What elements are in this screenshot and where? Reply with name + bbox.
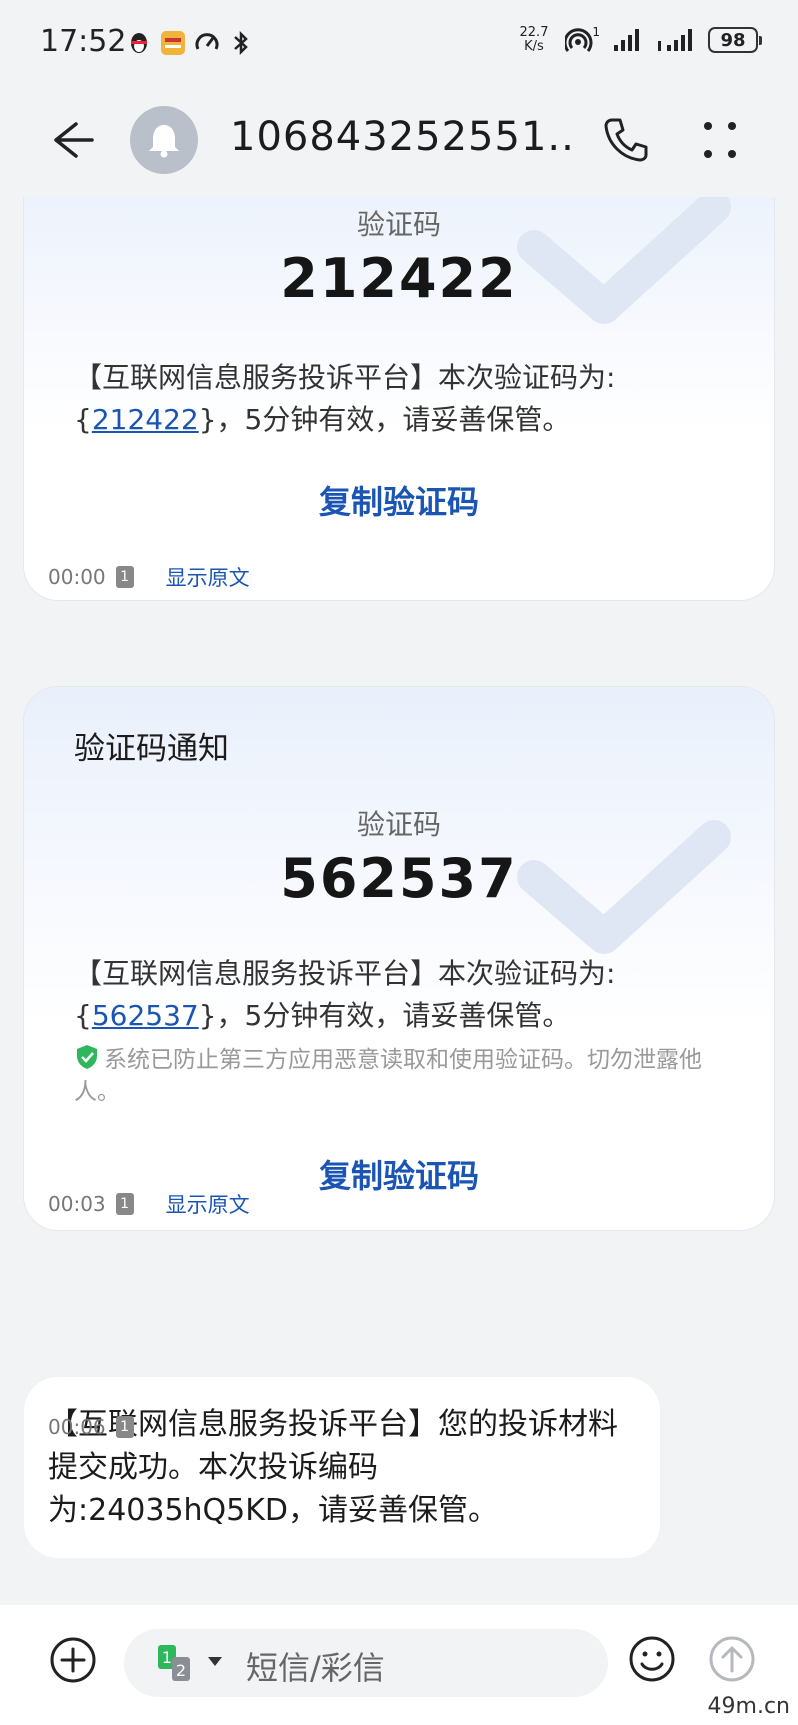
arrow-up-circle-icon xyxy=(709,1636,755,1682)
signal-sim1-icon xyxy=(610,27,646,53)
sim-badge: 1 xyxy=(115,1193,134,1215)
input-placeholder: 短信/彩信 xyxy=(246,1649,385,1687)
svg-text:2: 2 xyxy=(176,1661,186,1680)
message-input[interactable]: 1 2 短信/彩信 xyxy=(124,1629,608,1697)
sim-badge: 1 xyxy=(115,566,134,588)
status-bar: 17:52 22.7 K/s 1 98 xyxy=(0,0,798,92)
message-meta: 00:06 1 xyxy=(48,1415,134,1439)
security-notice: 系统已防止第三方应用恶意读取和使用验证码。切勿泄露他人。 xyxy=(74,1043,734,1108)
message-meta: 00:00 1 显示原文 xyxy=(48,562,250,592)
add-attachment-button[interactable] xyxy=(48,1635,98,1685)
hotspot-count: 1 xyxy=(592,25,600,39)
avatar[interactable] xyxy=(130,106,198,174)
more-dots-icon xyxy=(704,122,736,158)
conversation-header: 106843252551... xyxy=(0,92,798,202)
verification-code-card: 验证码 212422 【互联网信息服务投诉平台】本次验证码为:{212422}，… xyxy=(24,197,774,600)
status-system-icons: 22.7 K/s 1 98 xyxy=(518,25,762,54)
sim-switch-icon: 1 2 xyxy=(158,1645,190,1681)
svg-text:1: 1 xyxy=(162,1648,172,1667)
code-link[interactable]: 212422 xyxy=(92,403,199,436)
status-time: 17:52 xyxy=(40,24,127,59)
phone-icon xyxy=(604,118,648,162)
verification-code[interactable]: 562537 xyxy=(24,847,774,910)
signal-sim2-icon xyxy=(656,27,698,53)
show-original-link[interactable]: 显示原文 xyxy=(166,1189,250,1219)
code-label: 验证码 xyxy=(356,208,441,241)
zhihu-app-icon xyxy=(160,30,186,56)
message-body: 【互联网信息服务投诉平台】本次验证码为:{562537}，5分钟有效，请妥善保管… xyxy=(74,957,616,1032)
message-bubble[interactable]: 【互联网信息服务投诉平台】您的投诉材料提交成功。本次投诉编码为:24035hQ5… xyxy=(24,1377,660,1558)
bell-icon xyxy=(149,125,179,158)
message-list[interactable]: 验证码 212422 【互联网信息服务投诉平台】本次验证码为:{212422}，… xyxy=(0,197,798,1605)
more-options-button[interactable] xyxy=(700,116,740,164)
battery-level: 98 xyxy=(720,29,746,51)
message-time: 00:03 xyxy=(48,1192,106,1216)
verification-code-card: 验证码通知 验证码 562537 【互联网信息服务投诉平台】本次验证码为:{56… xyxy=(24,687,774,1230)
emoji-button[interactable] xyxy=(626,1633,678,1685)
card-title: 验证码通知 xyxy=(74,731,229,767)
watermark: 49m.cn xyxy=(707,1694,790,1719)
hotspot-icon: 1 xyxy=(560,25,600,53)
bluetooth-icon xyxy=(228,30,254,56)
show-original-link[interactable]: 显示原文 xyxy=(166,562,250,592)
message-time: 00:06 xyxy=(48,1415,106,1439)
message-time: 00:00 xyxy=(48,565,106,589)
back-arrow-icon xyxy=(54,122,94,158)
battery-icon: 98 xyxy=(708,27,762,53)
net-speed: 22.7 K/s xyxy=(519,25,549,54)
speed-gauge-icon xyxy=(194,30,220,56)
copy-code-button[interactable]: 复制验证码 xyxy=(24,477,774,523)
back-button[interactable] xyxy=(46,114,98,166)
plus-circle-icon xyxy=(50,1637,96,1683)
message-body: 【互联网信息服务投诉平台】本次验证码为:{212422}，5分钟有效，请妥善保管… xyxy=(74,361,616,436)
code-label: 验证码 xyxy=(356,808,441,841)
verification-code[interactable]: 212422 xyxy=(24,247,774,310)
qq-penguin-icon xyxy=(126,30,152,56)
message-meta: 00:03 1 显示原文 xyxy=(48,1189,250,1219)
contact-number: 106843252551... xyxy=(230,114,570,160)
chevron-down-icon[interactable] xyxy=(208,1657,222,1666)
smiley-icon xyxy=(629,1636,675,1682)
shield-check-icon xyxy=(77,1045,97,1069)
compose-bar: 1 2 短信/彩信 49m.cn xyxy=(0,1605,798,1725)
code-link[interactable]: 562537 xyxy=(92,999,199,1032)
send-button[interactable] xyxy=(706,1633,758,1685)
status-notification-icons xyxy=(126,30,254,56)
call-button[interactable] xyxy=(600,114,650,166)
sim-badge: 1 xyxy=(115,1416,134,1438)
sim-switch-button[interactable]: 1 2 xyxy=(156,1643,196,1683)
